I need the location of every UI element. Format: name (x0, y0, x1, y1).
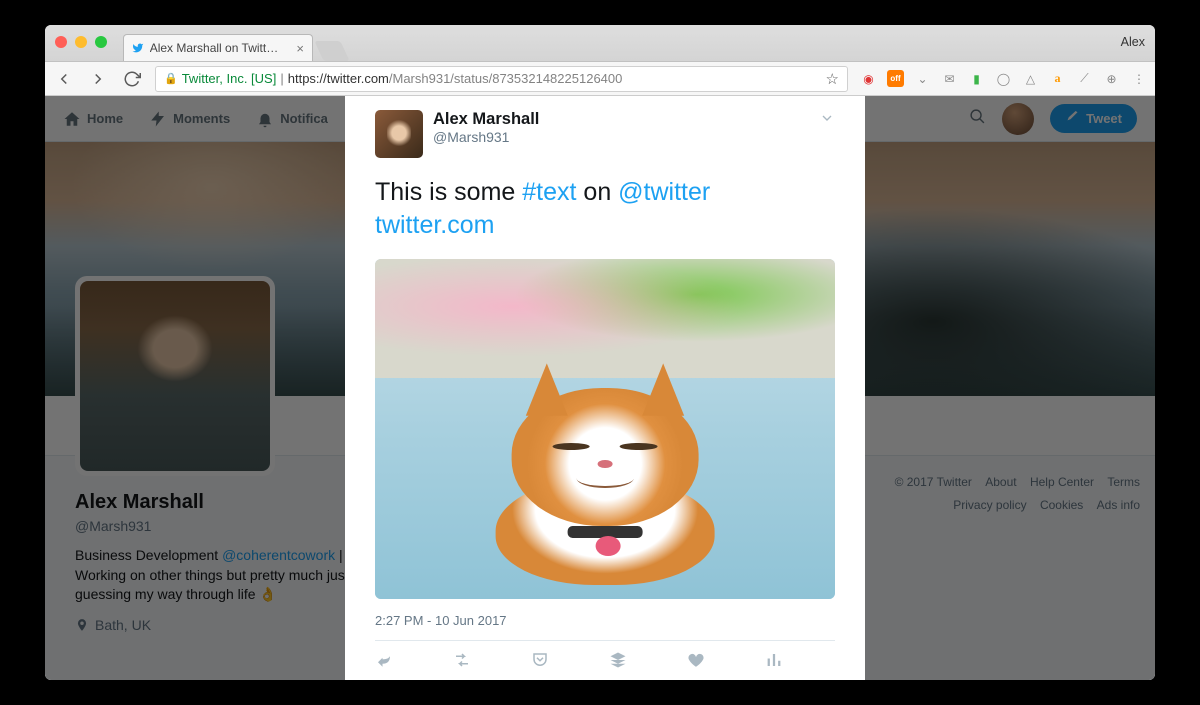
extension-icon[interactable]: ◉ (860, 70, 877, 87)
page-viewport: Home Moments Notifica Tweet Alex (45, 96, 1155, 680)
reply-button[interactable] (375, 651, 393, 669)
browser-toolbar: 🔒 Twitter, Inc. [US] | https://twitter.c… (45, 61, 1155, 96)
tweet-text: This is some #text on @twitter twitter.c… (375, 176, 835, 241)
tweet-author-avatar[interactable] (375, 110, 423, 158)
analytics-button[interactable] (765, 651, 783, 669)
titlebar: Alex Marshall on Twitter: "This × Alex (45, 25, 1155, 61)
amazon-extension-icon[interactable]: a (1049, 70, 1066, 87)
browser-profile-name[interactable]: Alex (1121, 35, 1145, 49)
browser-window: Alex Marshall on Twitter: "This × Alex 🔒… (45, 25, 1155, 680)
retweet-button[interactable] (453, 651, 471, 669)
tabstrip: Alex Marshall on Twitter: "This × (123, 25, 345, 61)
extension-icon[interactable]: ◯ (995, 70, 1012, 87)
browser-tab[interactable]: Alex Marshall on Twitter: "This × (123, 34, 313, 61)
extension-icon[interactable]: ⟋ (1076, 70, 1093, 87)
extension-icon[interactable]: ▮ (968, 70, 985, 87)
tweet-link[interactable]: twitter.com (375, 211, 494, 239)
forward-button[interactable] (87, 70, 109, 88)
tweet-header: Alex Marshall @Marsh931 (375, 110, 835, 158)
tweet-modal: Alex Marshall @Marsh931 This is some #te… (345, 96, 865, 680)
like-button[interactable] (687, 651, 705, 669)
tweet-hashtag[interactable]: #text (522, 178, 576, 206)
extension-icon[interactable]: ✉ (941, 70, 958, 87)
twitter-icon (132, 41, 144, 55)
new-tab-button[interactable] (314, 41, 349, 61)
tweet-mention[interactable]: @twitter (618, 178, 710, 206)
url-host: https://twitter.com (288, 71, 389, 86)
window-controls (55, 36, 107, 48)
extension-icons: ◉ off ⌄ ✉ ▮ ◯ △ a ⟋ ⊕ ⋮ (860, 70, 1147, 87)
tweet-actions (375, 640, 835, 680)
address-bar[interactable]: 🔒 Twitter, Inc. [US] | https://twitter.c… (155, 66, 848, 92)
buffer-button[interactable] (609, 651, 627, 669)
bookmark-star-icon[interactable]: ☆ (826, 70, 839, 88)
tweet-image[interactable] (375, 259, 835, 599)
browser-menu-button[interactable]: ⋮ (1130, 70, 1147, 87)
close-window-button[interactable] (55, 36, 67, 48)
tweet-author-handle[interactable]: @Marsh931 (433, 129, 819, 145)
url-path: /Marsh931/status/873532148225126400 (389, 71, 622, 86)
extension-icon[interactable]: ⊕ (1103, 70, 1120, 87)
tab-title: Alex Marshall on Twitter: "This (150, 41, 284, 55)
back-button[interactable] (53, 70, 75, 88)
minimize-window-button[interactable] (75, 36, 87, 48)
pocket-button[interactable] (531, 651, 549, 669)
maximize-window-button[interactable] (95, 36, 107, 48)
tweet-timestamp[interactable]: 2:27 PM - 10 Jun 2017 (375, 599, 835, 640)
url-organization: Twitter, Inc. [US] (182, 71, 277, 86)
lock-icon: 🔒 (164, 72, 178, 85)
extension-icon[interactable]: off (887, 70, 904, 87)
pocket-extension-icon[interactable]: ⌄ (914, 70, 931, 87)
tweet-author-name[interactable]: Alex Marshall (433, 110, 819, 129)
reload-button[interactable] (121, 70, 143, 88)
close-tab-button[interactable]: × (296, 41, 304, 56)
tweet-menu-button[interactable] (819, 110, 835, 131)
extension-icon[interactable]: △ (1022, 70, 1039, 87)
